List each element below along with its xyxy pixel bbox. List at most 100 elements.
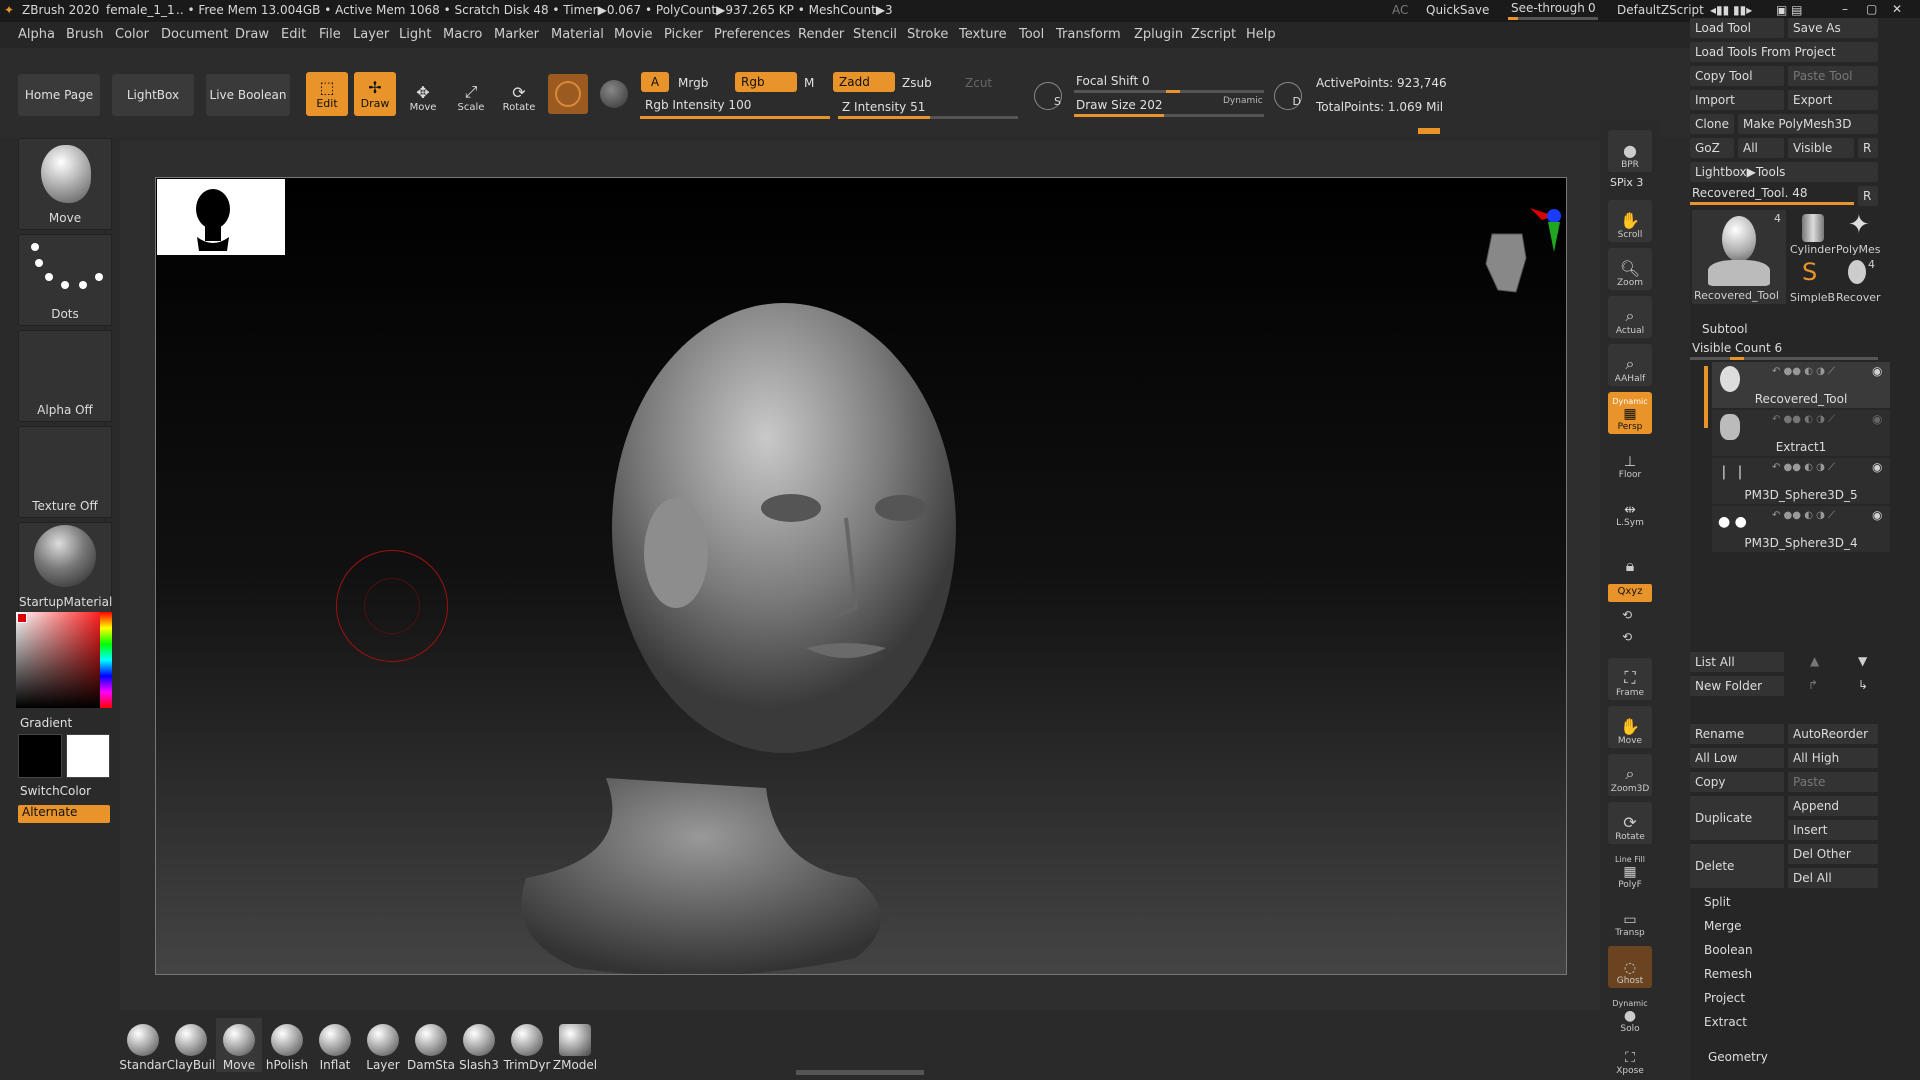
del-other-button[interactable]: Del Other [1788,844,1878,864]
tool-thumb-recovered[interactable]: 4 Recovered_Tool [1692,210,1786,304]
menu-document[interactable]: Document [161,27,228,42]
rotate-view-button[interactable]: ⟳ Rotate [1608,802,1652,844]
visible-count-label[interactable]: Visible Count 6 [1692,341,1782,355]
tool-thumb-simpleb[interactable]: S SimpleB [1790,258,1835,304]
menu-brush[interactable]: Brush [66,27,104,42]
folder-down-icon[interactable]: ↳ [1858,678,1868,692]
zsub-button[interactable]: Zsub [902,76,932,90]
menu-zplugin[interactable]: Zplugin [1134,27,1183,42]
all-low-button[interactable]: All Low [1690,748,1784,768]
texture-selector[interactable]: Texture Off [18,426,112,518]
navigation-gizmo[interactable] [1456,198,1566,308]
ghost-button[interactable]: ◌ Ghost [1608,946,1652,988]
draw-size-slider[interactable] [1074,114,1264,117]
menu-zscript[interactable]: Zscript [1191,27,1236,42]
delete-button[interactable]: Delete [1690,844,1784,888]
transp-button[interactable]: ▭ Transp [1608,898,1652,940]
menu-macro[interactable]: Macro [443,27,482,42]
zcut-button[interactable]: Zcut [965,76,992,90]
new-folder-button[interactable]: New Folder [1690,676,1784,696]
copy-subtool-button[interactable]: Copy [1690,772,1784,792]
merge-section[interactable]: Merge [1704,919,1741,933]
layout-icon[interactable]: ◂▮▮ ▮▮▸ [1710,3,1752,17]
duplicate-button[interactable]: Duplicate [1690,796,1784,840]
rgb-button[interactable]: Rgb [735,72,797,92]
menu-edit[interactable]: Edit [281,27,306,42]
geometry-header[interactable]: Geometry [1708,1050,1768,1064]
gradient-label[interactable]: Gradient [20,716,72,730]
subtool-controls-icon[interactable]: ↶ ●● ◐ ◑ ⟋ [1772,462,1835,473]
hpolish-brush-button[interactable]: hPolish [264,1018,310,1072]
rotate-mode-button[interactable]: ⟳ Rotate [498,72,540,116]
stroke-selector[interactable]: Dots [18,234,112,326]
dynamic-toggle[interactable]: Dynamic [1223,96,1263,106]
zoom-button[interactable]: 🔍︎ Zoom [1608,248,1652,290]
menu-light[interactable]: Light [399,27,431,42]
frame-button[interactable]: ⛶ Frame [1608,658,1652,700]
rotate-z-icon[interactable]: ⟲ [1622,630,1632,644]
menu-layer[interactable]: Layer [353,27,389,42]
lsym-button[interactable]: ⇹ L.Sym [1608,488,1652,530]
minimize-icon[interactable]: – [1842,2,1848,16]
visibility-eye-icon[interactable]: ◉ [1872,412,1882,426]
document-canvas[interactable] [155,177,1567,975]
menu-render[interactable]: Render [798,27,844,42]
edit-mode-button[interactable]: ⬚ Edit [306,72,348,116]
xpose-button[interactable]: ⛶ Xpose [1608,1036,1652,1078]
menu-transform[interactable]: Transform [1056,27,1121,42]
goz-button[interactable]: GoZ [1690,138,1734,158]
material-sphere-icon[interactable] [600,80,628,108]
folder-arrow-icon[interactable]: ↱ [1808,678,1818,692]
see-through-slider[interactable] [1508,17,1598,20]
menu-material[interactable]: Material [551,27,604,42]
tool-thumb-polymesh[interactable]: ✦ PolyMes [1836,210,1881,256]
scale-mode-button[interactable]: ⤢ Scale [450,72,492,116]
alternate-button[interactable]: Alternate [18,805,110,823]
menu-texture[interactable]: Texture [959,27,1007,42]
subtool-controls-icon[interactable]: ↶ ●● ◐ ◑ ⟋ [1772,510,1835,521]
close-icon[interactable]: ✕ [1892,2,1902,16]
boolean-section[interactable]: Boolean [1704,943,1753,957]
subtool-item-sphere4[interactable]: ● ● ↶ ●● ◐ ◑ ⟋ ◉ PM3D_Sphere3D_4 [1712,506,1890,552]
slash3-brush-button[interactable]: Slash3 [456,1018,502,1072]
bpr-button[interactable]: ● BPR [1608,130,1652,172]
visibility-eye-icon[interactable]: ◉ [1872,364,1882,378]
persp-button[interactable]: Dynamic ▦ Persp [1608,392,1652,434]
append-button[interactable]: Append [1788,796,1878,816]
move-mode-button[interactable]: ✥ Move [402,72,444,116]
move-view-button[interactable]: ✋ Move [1608,706,1652,748]
actual-button[interactable]: ⌕ Actual [1608,296,1652,338]
quicksave-button[interactable]: QuickSave [1426,3,1489,17]
zadd-button[interactable]: Zadd [833,72,895,92]
focal-shift-label[interactable]: Focal Shift 0 [1076,74,1150,88]
rename-button[interactable]: Rename [1690,724,1784,744]
menu-stroke[interactable]: Stroke [907,27,948,42]
subtool-controls-icon[interactable]: ↶ ●● ◐ ◑ ⟋ [1772,414,1835,425]
move-brush-button[interactable]: Move [216,1018,262,1072]
make-polymesh3d-button[interactable]: Make PolyMesh3D [1738,114,1878,134]
load-tools-from-project-button[interactable]: Load Tools From Project [1690,42,1878,62]
arrow-down-icon[interactable]: ▼ [1858,654,1867,668]
subtool-item-sphere5[interactable]: ❘ ❘ ↶ ●● ◐ ◑ ⟋ ◉ PM3D_Sphere3D_5 [1712,458,1890,504]
z-intensity-slider[interactable] [838,116,1018,119]
extract-section[interactable]: Extract [1704,1015,1747,1029]
goz-all-button[interactable]: All [1738,138,1784,158]
rotate-y-icon[interactable]: ⟲ [1622,608,1632,622]
mrgb-button[interactable]: Mrgb [678,76,708,90]
menu-picker[interactable]: Picker [664,27,703,42]
lightbox-tools-button[interactable]: Lightbox▶Tools [1690,162,1878,182]
subtool-controls-icon[interactable]: ↶ ●● ◐ ◑ ⟋ [1772,366,1835,377]
goz-r-button[interactable]: R [1858,138,1878,158]
goz-visible-button[interactable]: Visible [1788,138,1854,158]
material-selector[interactable]: StartupMaterial [18,522,112,614]
spix-label[interactable]: SPix 3 [1610,176,1643,189]
standard-brush-button[interactable]: Standar [119,1018,167,1072]
ac-label[interactable]: AC [1392,3,1408,17]
menu-movie[interactable]: Movie [614,27,652,42]
lock-button[interactable]: 🔒︎ [1608,536,1652,578]
damstandard-brush-button[interactable]: DamSta [407,1018,455,1072]
alpha-toggle-button[interactable]: A [641,72,669,92]
del-all-button[interactable]: Del All [1788,868,1878,888]
visibility-eye-icon[interactable]: ◉ [1872,508,1882,522]
layer-brush-button[interactable]: Layer [360,1018,406,1072]
